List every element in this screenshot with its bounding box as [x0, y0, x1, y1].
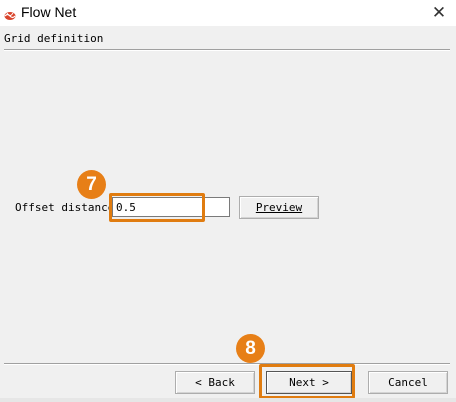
- window-bottom-edge: [0, 398, 456, 402]
- close-icon: ✕: [431, 3, 447, 22]
- back-button-label: < Back: [195, 376, 235, 389]
- header-divider: [4, 49, 450, 51]
- offset-distance-input[interactable]: [112, 197, 230, 217]
- next-button[interactable]: Next >: [266, 371, 352, 394]
- step-7-badge: 7: [77, 170, 106, 199]
- footer-divider: [4, 363, 450, 365]
- flow-net-app-icon: [4, 7, 16, 20]
- cancel-button[interactable]: Cancel: [368, 371, 448, 394]
- window-title: Flow Net: [21, 4, 77, 20]
- step-8-badge: 8: [236, 334, 265, 363]
- next-button-label: Next >: [289, 376, 329, 389]
- preview-button-label: Preview: [255, 201, 303, 214]
- offset-distance-label: Offset distance: [15, 201, 115, 214]
- wizard-step-header: Grid definition: [0, 26, 456, 50]
- title-bar: Flow Net ✕: [0, 0, 456, 26]
- close-button[interactable]: ✕: [428, 2, 450, 24]
- cancel-button-label: Cancel: [388, 376, 428, 389]
- back-button[interactable]: < Back: [175, 371, 255, 394]
- preview-button[interactable]: Preview: [239, 196, 319, 219]
- step-title: Grid definition: [4, 32, 104, 45]
